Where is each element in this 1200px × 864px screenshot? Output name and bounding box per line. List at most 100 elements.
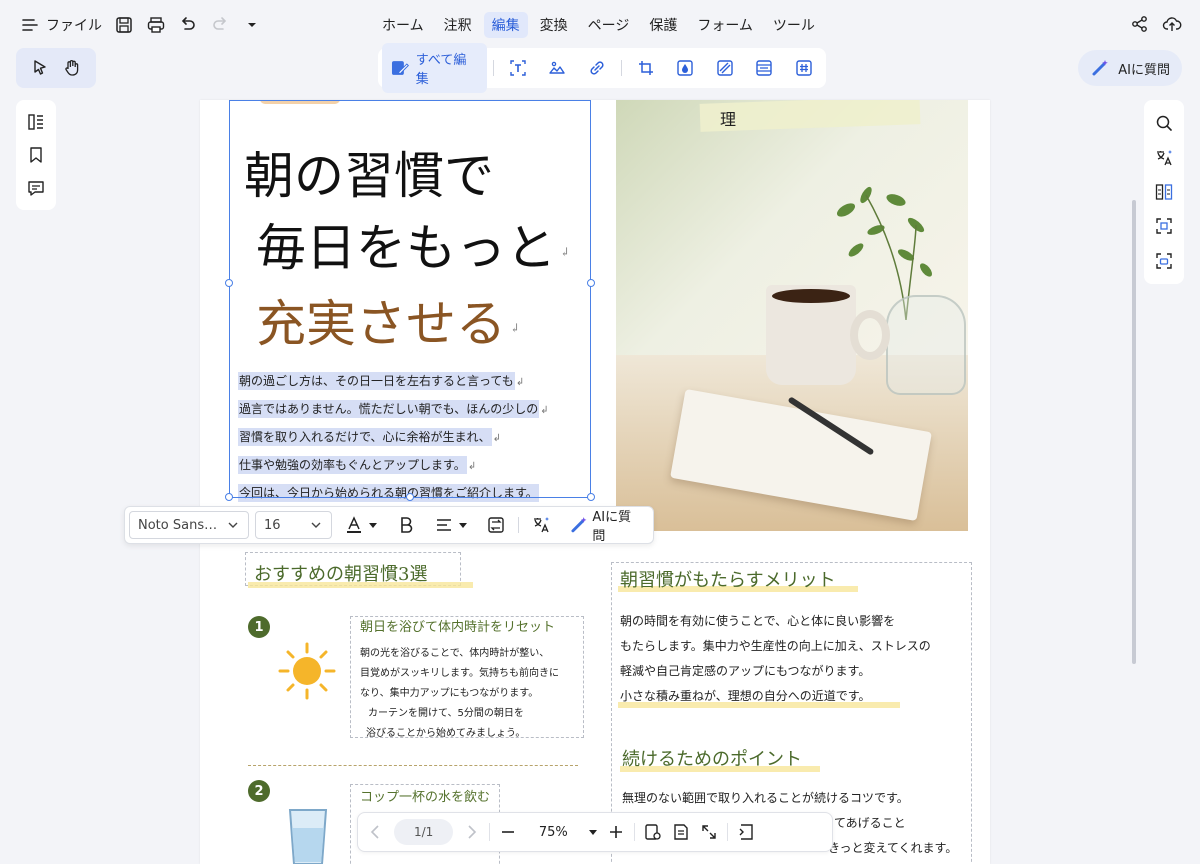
link-icon: [587, 58, 607, 78]
collapse-panel-icon[interactable]: [736, 822, 756, 842]
resize-handle-right[interactable]: [587, 279, 595, 287]
glass-vase: [886, 295, 966, 395]
quick-access: [114, 15, 262, 35]
benefits-body[interactable]: 朝の時間を有効に使うことで、心と体に良い影響を もたらします。集中力や生産性の向…: [620, 609, 931, 709]
zoom-dropdown-icon[interactable]: [588, 827, 598, 837]
watermark-tool[interactable]: [667, 58, 703, 78]
edit-all-label: すべて編集: [415, 53, 467, 87]
item-1-body[interactable]: 朝の光を浴びることで、体内時計が整い、 目覚めがスッキリします。気持ちも前向きに…: [360, 644, 559, 744]
format-ask-ai-label: AIに質問: [592, 510, 632, 544]
right-sidebar: [1144, 100, 1184, 284]
item-2-title[interactable]: コップ一杯の水を飲む: [360, 786, 490, 805]
translate-icon[interactable]: [1154, 148, 1174, 168]
cursor-tools: [16, 48, 96, 88]
translate-icon: [531, 515, 551, 535]
tab-protect[interactable]: 保護: [641, 12, 685, 38]
page-navigation-bar: 1/1 75%: [357, 812, 833, 852]
background-icon: [715, 58, 735, 78]
ask-ai-button[interactable]: AIに質問: [1078, 50, 1182, 86]
text-wrap-button[interactable]: [480, 511, 512, 539]
points-title[interactable]: 続けるためのポイント: [622, 745, 802, 771]
hand-tool-icon[interactable]: [62, 58, 82, 78]
ocr-scan-icon[interactable]: [1154, 216, 1174, 236]
ai-sparkle-icon: [1090, 58, 1110, 78]
add-image-tool[interactable]: [539, 58, 575, 78]
tape-text: 理: [720, 110, 737, 129]
translate-text-button[interactable]: [525, 511, 557, 539]
font-family-select[interactable]: Noto Sans…: [129, 511, 249, 539]
save-icon[interactable]: [114, 15, 134, 35]
thumbnails-icon[interactable]: [26, 112, 46, 132]
font-size-select[interactable]: 16: [254, 511, 332, 539]
points-line: 無理のない範囲で取り入れることが続けるコツです。: [622, 791, 909, 805]
customize-dropdown-icon[interactable]: [242, 15, 262, 35]
file-menu[interactable]: ファイル: [20, 15, 102, 35]
crop-icon: [636, 58, 656, 78]
hash-icon: [794, 58, 814, 78]
item-1-line: 目覚めがスッキリします。気持ちも前向きに: [360, 668, 559, 679]
align-button[interactable]: [428, 511, 474, 539]
text-selection-box[interactable]: [229, 100, 591, 498]
page-indicator[interactable]: 1/1: [394, 819, 454, 845]
undo-icon[interactable]: [178, 15, 198, 35]
header-footer-tool[interactable]: [747, 58, 783, 78]
edit-toolbar: すべて編集: [378, 43, 826, 93]
bates-number-tool[interactable]: [786, 58, 822, 78]
recommended-habits-title[interactable]: おすすめの朝習慣3選: [254, 560, 427, 586]
item-1-title[interactable]: 朝日を浴びて体内時計をリセット: [360, 616, 555, 635]
vertical-scrollbar[interactable]: [1132, 200, 1136, 664]
font-color-button[interactable]: [338, 511, 384, 539]
benefits-line: 朝の時間を有効に使うことで、心と体に良い影響を: [620, 614, 896, 628]
crop-tool[interactable]: [628, 58, 664, 78]
benefits-line: 軽減や自己肯定感のアップにもつながります。: [620, 664, 871, 678]
prev-page-icon[interactable]: [366, 822, 386, 842]
select-cursor-icon[interactable]: [30, 58, 50, 78]
tab-form[interactable]: フォーム: [689, 12, 761, 38]
add-link-tool[interactable]: [579, 58, 615, 78]
tab-edit[interactable]: 編集: [483, 12, 528, 38]
bookmark-icon[interactable]: [26, 145, 46, 165]
document-page: 理 朝の習慣で 毎日をもっと ↲ 充実させる ↲ 朝の過ごし方は、その日一日を左右す…: [200, 100, 990, 864]
add-text-icon: [508, 58, 528, 78]
page-view-icon[interactable]: [671, 822, 691, 842]
zoom-level[interactable]: 75%: [526, 825, 580, 840]
read-mode-icon[interactable]: [643, 822, 663, 842]
add-text-tool[interactable]: [500, 58, 536, 78]
font-family-value: Noto Sans…: [138, 517, 218, 533]
font-size-value: 16: [263, 517, 281, 533]
print-icon[interactable]: [146, 15, 166, 35]
tab-annotate[interactable]: 注釈: [436, 12, 480, 38]
format-ask-ai-button[interactable]: AIに質問: [563, 510, 649, 544]
tab-page[interactable]: ページ: [580, 12, 638, 38]
cloud-upload-icon[interactable]: [1162, 14, 1182, 34]
tab-tools[interactable]: ツール: [765, 12, 823, 38]
coffee-mug: [766, 285, 856, 385]
search-icon[interactable]: [1154, 113, 1174, 133]
comment-icon[interactable]: [26, 178, 46, 198]
mug-handle: [850, 310, 890, 360]
share-icon[interactable]: [1130, 14, 1150, 34]
zoom-in-icon[interactable]: [606, 822, 626, 842]
resize-handle-bottom[interactable]: [406, 493, 414, 501]
tab-home[interactable]: ホーム: [374, 12, 432, 38]
fullscreen-icon[interactable]: [699, 822, 719, 842]
screen-capture-icon[interactable]: [1154, 251, 1174, 271]
toolbar-separator: [492, 60, 494, 76]
tab-convert[interactable]: 変換: [532, 12, 576, 38]
edit-all-icon: [390, 58, 410, 78]
ask-ai-label: AIに質問: [1118, 62, 1170, 78]
resize-handle-bottom-right[interactable]: [587, 493, 595, 501]
resize-handle-left[interactable]: [225, 279, 233, 287]
compare-translate-icon[interactable]: [1154, 182, 1174, 202]
zoom-out-icon[interactable]: [498, 822, 518, 842]
edit-all-button[interactable]: すべて編集: [382, 43, 487, 93]
next-page-icon[interactable]: [461, 822, 481, 842]
text-format-toolbar: Noto Sans… 16 AIに質問: [124, 506, 654, 544]
add-image-icon: [547, 58, 567, 78]
benefits-title[interactable]: 朝習慣がもたらすメリット: [620, 566, 836, 592]
bold-button[interactable]: [390, 511, 422, 539]
redo-icon[interactable]: [210, 15, 230, 35]
background-tool[interactable]: [707, 58, 743, 78]
coffee-notebook-photo[interactable]: [616, 100, 968, 531]
resize-handle-bottom-left[interactable]: [225, 493, 233, 501]
